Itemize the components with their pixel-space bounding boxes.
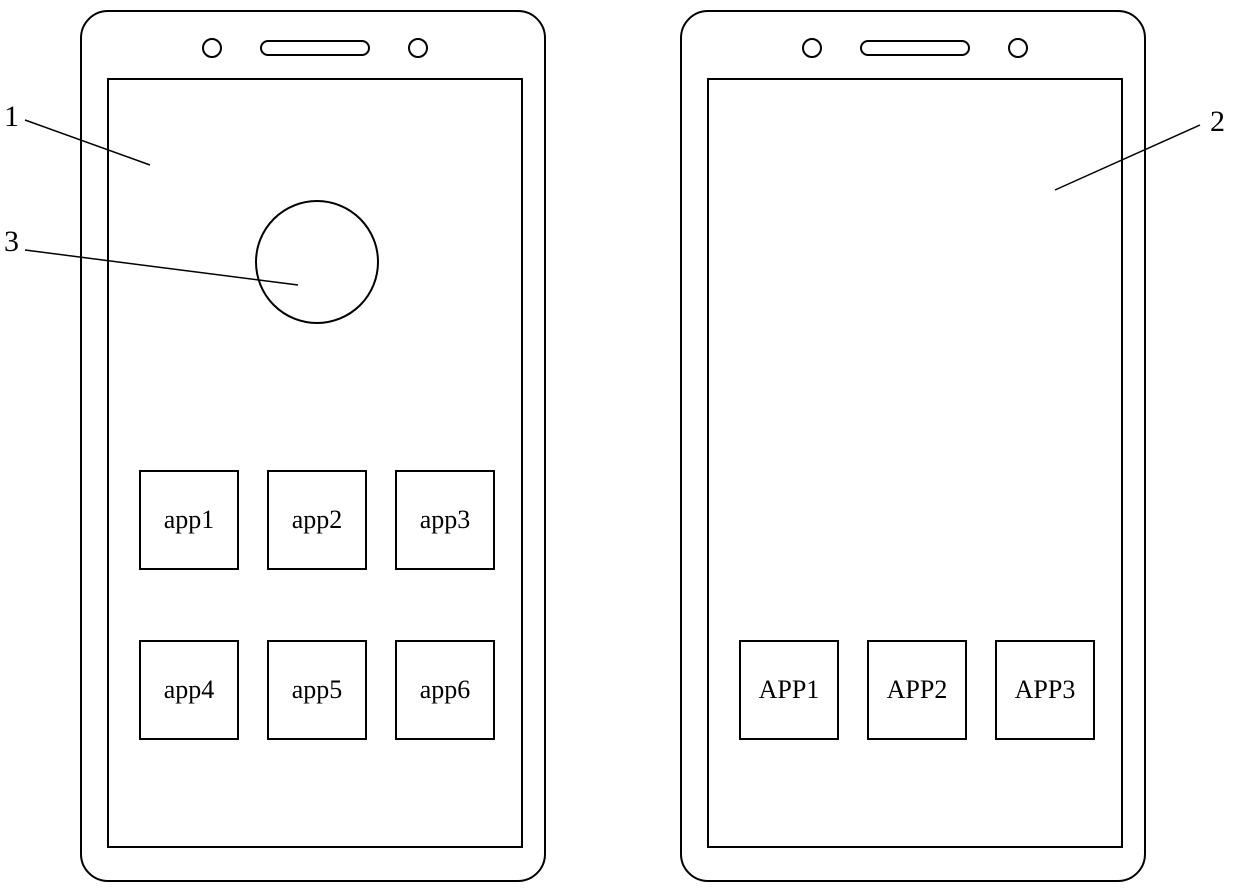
- app-APP1[interactable]: APP1: [739, 640, 839, 740]
- app-app3[interactable]: app3: [395, 470, 495, 570]
- app-app5[interactable]: app5: [267, 640, 367, 740]
- callout-1: 1: [4, 100, 19, 134]
- diagram-canvas: app1 app2 app3 app4 app5 app6 APP1 APP2 …: [0, 0, 1240, 892]
- earpiece-icon: [260, 40, 370, 56]
- app-app4[interactable]: app4: [139, 640, 239, 740]
- app-APP2[interactable]: APP2: [867, 640, 967, 740]
- phone-right-screen: APP1 APP2 APP3: [707, 78, 1123, 848]
- app-app1[interactable]: app1: [139, 470, 239, 570]
- phone-left-screen: app1 app2 app3 app4 app5 app6: [107, 78, 523, 848]
- app-app2[interactable]: app2: [267, 470, 367, 570]
- callout-3: 3: [4, 225, 19, 259]
- callout-2: 2: [1210, 105, 1225, 139]
- sensor-left-icon: [202, 38, 222, 58]
- sensor-right-icon: [408, 38, 428, 58]
- sensor-left-icon: [802, 38, 822, 58]
- sensor-right-icon: [1008, 38, 1028, 58]
- circle-widget[interactable]: [255, 200, 379, 324]
- app-APP3[interactable]: APP3: [995, 640, 1095, 740]
- phone-right: APP1 APP2 APP3: [680, 10, 1146, 882]
- phone-left: app1 app2 app3 app4 app5 app6: [80, 10, 546, 882]
- earpiece-icon: [860, 40, 970, 56]
- app-app6[interactable]: app6: [395, 640, 495, 740]
